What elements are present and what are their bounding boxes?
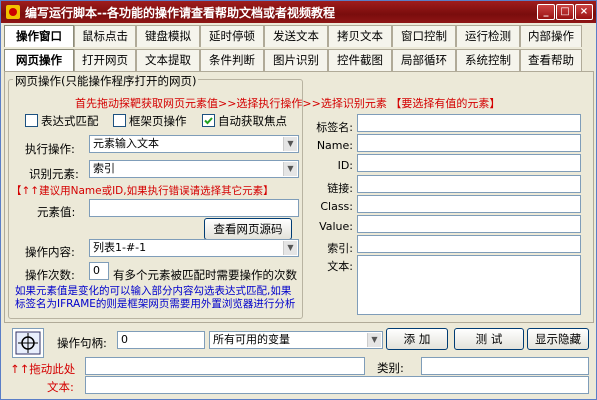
value-input[interactable]: [357, 215, 581, 233]
tab-internal-op[interactable]: 内部操作: [520, 25, 582, 47]
tab-operate-window[interactable]: 操作窗口: [4, 25, 74, 47]
app-icon: [6, 5, 20, 19]
tab-mouse-click[interactable]: 鼠标点击: [74, 25, 136, 47]
autofocus-label: 自动获取焦点: [218, 114, 287, 128]
test-button[interactable]: 测 试: [454, 328, 524, 350]
tab-image-recognize[interactable]: 图片识别: [264, 49, 328, 71]
chevron-down-icon[interactable]: ▼: [283, 162, 297, 176]
identify-hint: 【↑↑建议用Name或ID,如果执行错误请选择其它元素】: [11, 185, 274, 197]
id-input[interactable]: [357, 154, 581, 172]
bottom-hint: 如果元素值是变化的可以输入部分内容勾选表达式匹配,如果标签名为IFRAME的则是…: [15, 285, 296, 310]
count-input[interactable]: 0: [89, 262, 109, 280]
minimize-button[interactable]: _: [537, 4, 555, 20]
class-label: Class:: [320, 200, 353, 213]
variables-select[interactable]: 所有可用的变量 ▼: [209, 331, 383, 349]
id-label: ID:: [337, 159, 353, 172]
chevron-down-icon[interactable]: ▼: [367, 333, 381, 347]
autofocus-checkbox[interactable]: [202, 114, 215, 127]
window-title: 编写运行脚本--各功能的操作请查看帮助文档或者视频教程: [25, 6, 335, 20]
close-button[interactable]: ×: [575, 4, 593, 20]
handle-label: 操作句柄:: [57, 336, 107, 350]
content-value: 列表1-#-1: [93, 241, 147, 254]
hint-top: 首先拖动探靶获取网页元素值>>选择执行操作>>选择识别元素 【要选择有值的元素】: [75, 97, 501, 110]
chevron-down-icon[interactable]: ▼: [283, 137, 297, 151]
link-input[interactable]: [357, 175, 581, 193]
tab-copy-text[interactable]: 拷贝文本: [328, 25, 392, 47]
name-input[interactable]: [357, 134, 581, 152]
tab-run-detect[interactable]: 运行检测: [456, 25, 520, 47]
content-select[interactable]: 列表1-#-1 ▼: [89, 239, 299, 257]
title-bar[interactable]: 编写运行脚本--各功能的操作请查看帮助文档或者视频教程 _ □ ×: [1, 1, 596, 23]
element-value-input[interactable]: [89, 199, 299, 217]
chevron-down-icon[interactable]: ▼: [283, 241, 297, 255]
identify-select[interactable]: 索引 ▼: [89, 160, 299, 178]
count-label: 操作次数:: [25, 268, 75, 282]
variables-value: 所有可用的变量: [213, 333, 290, 346]
tab-system-control[interactable]: 系统控制: [456, 49, 520, 71]
main-window: 编写运行脚本--各功能的操作请查看帮助文档或者视频教程 _ □ × 操作窗口 鼠…: [0, 0, 597, 400]
bottom-text-input[interactable]: [85, 376, 589, 394]
toggle-button[interactable]: 显示隐藏: [527, 328, 589, 350]
index-input[interactable]: [357, 235, 581, 253]
drag-target[interactable]: [12, 328, 44, 358]
link-label: 链接:: [327, 182, 353, 195]
maximize-button[interactable]: □: [556, 4, 574, 20]
category-left-input[interactable]: [85, 357, 365, 375]
tab-open-web[interactable]: 打开网页: [74, 49, 136, 71]
frame-checkbox[interactable]: [113, 114, 126, 127]
index-label: 索引:: [327, 242, 353, 255]
checkmark-icon: [204, 117, 213, 125]
tab-local-loop[interactable]: 局部循环: [392, 49, 456, 71]
value-label: Value:: [319, 220, 353, 233]
group-title: 网页操作(只能操作程序打开的网页): [13, 73, 199, 89]
tab-row-1: 操作窗口 鼠标点击 键盘模拟 延时停顿 发送文本 拷贝文本 窗口控制 运行检测 …: [4, 25, 582, 47]
tab-view-help[interactable]: 查看帮助: [520, 49, 582, 71]
count-hint: 有多个元素被匹配时需要操作的次数: [113, 268, 297, 282]
tab-control-capture[interactable]: 控件截图: [328, 49, 392, 71]
text-area[interactable]: [357, 255, 581, 315]
view-source-button[interactable]: 查看网页源码: [204, 218, 292, 240]
tag-label: 标签名:: [316, 121, 353, 134]
frame-label: 框架页操作: [129, 114, 187, 128]
action-value: 元素输入文本: [93, 137, 159, 150]
action-select[interactable]: 元素输入文本 ▼: [89, 135, 299, 153]
name-label: Name:: [316, 139, 353, 152]
tab-delay[interactable]: 延时停顿: [200, 25, 264, 47]
element-value-label: 元素值:: [37, 205, 76, 219]
add-button[interactable]: 添 加: [386, 328, 448, 350]
regex-label: 表达式匹配: [41, 114, 99, 128]
tag-input[interactable]: [357, 114, 581, 132]
bottom-text-label: 文本:: [47, 380, 74, 394]
tab-send-text[interactable]: 发送文本: [264, 25, 328, 47]
text-label: 文本:: [327, 260, 353, 273]
tab-web-operation[interactable]: 网页操作: [4, 49, 74, 71]
crosshair-icon: [15, 331, 41, 355]
drag-label: ↑↑拖动此处: [10, 362, 76, 376]
content-label: 操作内容:: [25, 245, 75, 259]
category-input[interactable]: [421, 357, 589, 375]
regex-checkbox[interactable]: [25, 114, 38, 127]
action-label: 执行操作:: [25, 142, 75, 156]
class-input[interactable]: [357, 195, 581, 213]
tab-window-control[interactable]: 窗口控制: [392, 25, 456, 47]
identify-value: 索引: [93, 162, 115, 175]
identify-label: 识别元素:: [29, 167, 79, 181]
tab-row-2: 网页操作 打开网页 文本提取 条件判断 图片识别 控件截图 局部循环 系统控制 …: [4, 49, 582, 71]
tab-keyboard[interactable]: 键盘模拟: [136, 25, 200, 47]
tab-text-extract[interactable]: 文本提取: [136, 49, 200, 71]
category-label: 类别:: [377, 361, 404, 375]
tab-condition[interactable]: 条件判断: [200, 49, 264, 71]
handle-input[interactable]: 0: [117, 331, 205, 349]
